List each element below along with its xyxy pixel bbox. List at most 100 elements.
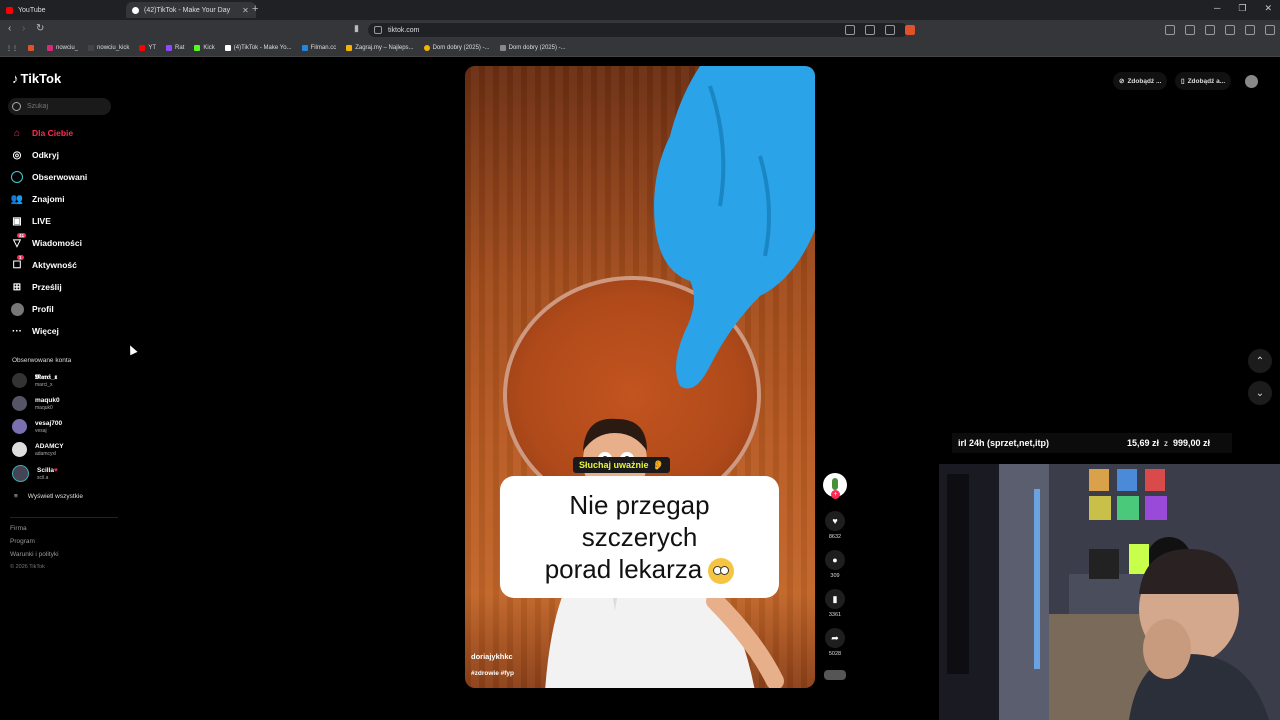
menu-label: LIVE: [32, 216, 51, 226]
bookmark-item[interactable]: nowciu_kick: [88, 45, 129, 51]
music-disc-button[interactable]: [823, 670, 847, 680]
user-avatar[interactable]: [1245, 75, 1258, 88]
footer-link-terms[interactable]: Warunki i polityki: [10, 551, 59, 558]
sidebar-item-wiadomosci[interactable]: ▽ 41 Wiadomości: [10, 233, 82, 251]
bookmark-item[interactable]: Zagraj.my – Najleps...: [346, 45, 414, 51]
tab-youtube[interactable]: YouTube: [6, 2, 46, 18]
bookmark-item[interactable]: nowciu_: [47, 45, 78, 51]
menu-label: Odkryj: [32, 150, 59, 160]
sidebar-item-aktywnosc[interactable]: ☐ 1 Aktywność: [10, 255, 77, 273]
extension-icon[interactable]: [1165, 25, 1175, 35]
forward-icon[interactable]: ›: [22, 23, 25, 34]
sidebar-toggle-icon[interactable]: [1225, 25, 1235, 35]
url-field[interactable]: tiktok.com: [368, 23, 908, 37]
sidebar-item-odkryj[interactable]: ◎ Odkryj: [10, 147, 59, 163]
logo-text: TikTok: [20, 71, 62, 86]
bookmark-item[interactable]: Rat: [166, 45, 184, 51]
comment-count: 309: [830, 573, 840, 579]
bookmark-item[interactable]: Dom dobry (2025) -...: [423, 45, 490, 51]
button-label: Zdobądź a...: [1187, 77, 1226, 85]
close-tab-icon[interactable]: ✕: [242, 6, 249, 15]
cast-icon[interactable]: [865, 25, 875, 35]
save-count: 3361: [828, 612, 842, 618]
mouse-cursor: [126, 343, 138, 356]
previous-video-button[interactable]: ⌃: [1248, 349, 1272, 373]
share-arrow-icon: ➦: [825, 628, 845, 648]
bookmark-item[interactable]: (4)TikTok - Make Yo...: [224, 45, 292, 51]
bookmark-item[interactable]: YT: [139, 45, 156, 51]
followed-account[interactable]: Scilla♥ scil.a: [12, 465, 58, 482]
brave-shield-icon[interactable]: [905, 25, 915, 35]
followed-account[interactable]: ADAMCY adamcyxl: [12, 442, 64, 457]
media-icon[interactable]: [1245, 25, 1255, 35]
heart-icon: ♥: [825, 511, 845, 531]
video-player[interactable]: Słuchaj uważnie 👂 Nie przegap szczerych …: [465, 66, 815, 688]
flushed-emoji-icon: [708, 558, 735, 585]
back-icon[interactable]: ‹: [8, 23, 11, 34]
tiktok-logo[interactable]: ♪ TikTok: [12, 71, 61, 86]
menu-label: Obserwowani: [32, 172, 88, 182]
followed-account[interactable]: maquk0 maquk0: [12, 396, 60, 411]
followed-account[interactable]: vesaj700 vesaj: [12, 419, 62, 434]
close-window-icon[interactable]: ✕: [1264, 3, 1272, 14]
goal-target: 999,00 zł: [1172, 438, 1210, 448]
avatar: [12, 442, 27, 457]
site-info-icon[interactable]: [374, 26, 382, 34]
video-username[interactable]: doriajykhkc: [471, 652, 513, 661]
window-controls: ─ ❐ ✕: [1214, 3, 1272, 14]
follow-plus-icon[interactable]: +: [831, 490, 840, 499]
menu-label: Profil: [32, 304, 54, 314]
creator-avatar-button[interactable]: +: [823, 473, 847, 499]
share-icon[interactable]: [885, 25, 895, 35]
minimize-icon[interactable]: ─: [1214, 3, 1220, 14]
bookmark-item[interactable]: Filman.cc: [301, 45, 336, 51]
sidebar-item-obserwowani[interactable]: Obserwowani: [10, 169, 87, 185]
reload-icon[interactable]: ↻: [36, 23, 44, 34]
list-icon: ≡: [14, 493, 18, 500]
followed-account[interactable]: 𝕸𝖆𝖗𝖈𝖎_𝖝 marci_x: [12, 373, 57, 388]
get-app-button[interactable]: ▯ Zdobądź a...: [1175, 72, 1232, 90]
account-name: 𝕸𝖆𝖗𝖈𝖎_𝖝: [35, 373, 58, 381]
home-icon: ⌂: [13, 127, 21, 139]
show-all-link[interactable]: ≡ Wyświetl wszystkie: [14, 493, 83, 500]
translate-icon[interactable]: [845, 25, 855, 35]
restore-icon[interactable]: ❐: [1238, 3, 1246, 14]
comment-button[interactable]: ● 309: [823, 550, 847, 579]
messages-badge: 41: [17, 233, 27, 238]
sidebar-item-dla-ciebie[interactable]: ⌂ Dla Ciebie: [10, 125, 73, 141]
account-handle: marci_x: [35, 381, 53, 388]
wallet-icon[interactable]: [1185, 25, 1195, 35]
video-hashtags[interactable]: #zdrowie #fyp: [471, 670, 514, 677]
get-coins-button[interactable]: ⊘ Zdobądź ...: [1113, 72, 1168, 90]
menu-label: Dla Ciebie: [32, 128, 74, 138]
sidebar-item-wiecej[interactable]: ··· Więcej: [10, 323, 59, 339]
bookmark-icon[interactable]: ▮: [354, 23, 359, 34]
bookmark-item[interactable]: [28, 45, 37, 51]
footer-link-program[interactable]: Program: [10, 538, 35, 545]
shield-icon[interactable]: [1265, 25, 1275, 35]
puzzle-icon[interactable]: [1205, 25, 1215, 35]
apps-icon[interactable]: ⋮⋮: [6, 45, 18, 52]
avatar: [12, 419, 27, 434]
like-button[interactable]: ♥ 8632: [823, 511, 847, 540]
show-all-label: Wyświetl wszystkie: [27, 493, 83, 500]
bookmark-item[interactable]: Kick: [194, 45, 215, 51]
search-icon: [12, 102, 21, 111]
sidebar-item-live[interactable]: ▣ LIVE: [10, 213, 51, 229]
sidebar-item-znajomi[interactable]: 👥 Znajomi: [10, 191, 65, 207]
caption-line: Nie przegap: [569, 490, 710, 520]
sidebar-item-przeslij[interactable]: ⊞ Prześlij: [10, 279, 62, 295]
like-count: 8632: [828, 534, 842, 540]
bookmark-item[interactable]: Dom dobry (2025) -...: [499, 45, 566, 51]
footer-link-firma[interactable]: Firma: [10, 525, 27, 532]
next-video-button[interactable]: ⌄: [1248, 381, 1272, 405]
share-button[interactable]: ➦ 5028: [823, 628, 847, 657]
tab-tiktok[interactable]: (42)TikTok - Make Your Day ✕: [126, 2, 256, 18]
search-input[interactable]: [25, 102, 109, 111]
save-button[interactable]: ▮ 3361: [823, 589, 847, 618]
sidebar-item-profil[interactable]: Profil: [10, 301, 54, 317]
account-handle: vesaj: [35, 427, 47, 434]
avatar: [12, 373, 27, 388]
search-box[interactable]: [8, 98, 111, 115]
new-tab-button[interactable]: +: [252, 3, 258, 15]
